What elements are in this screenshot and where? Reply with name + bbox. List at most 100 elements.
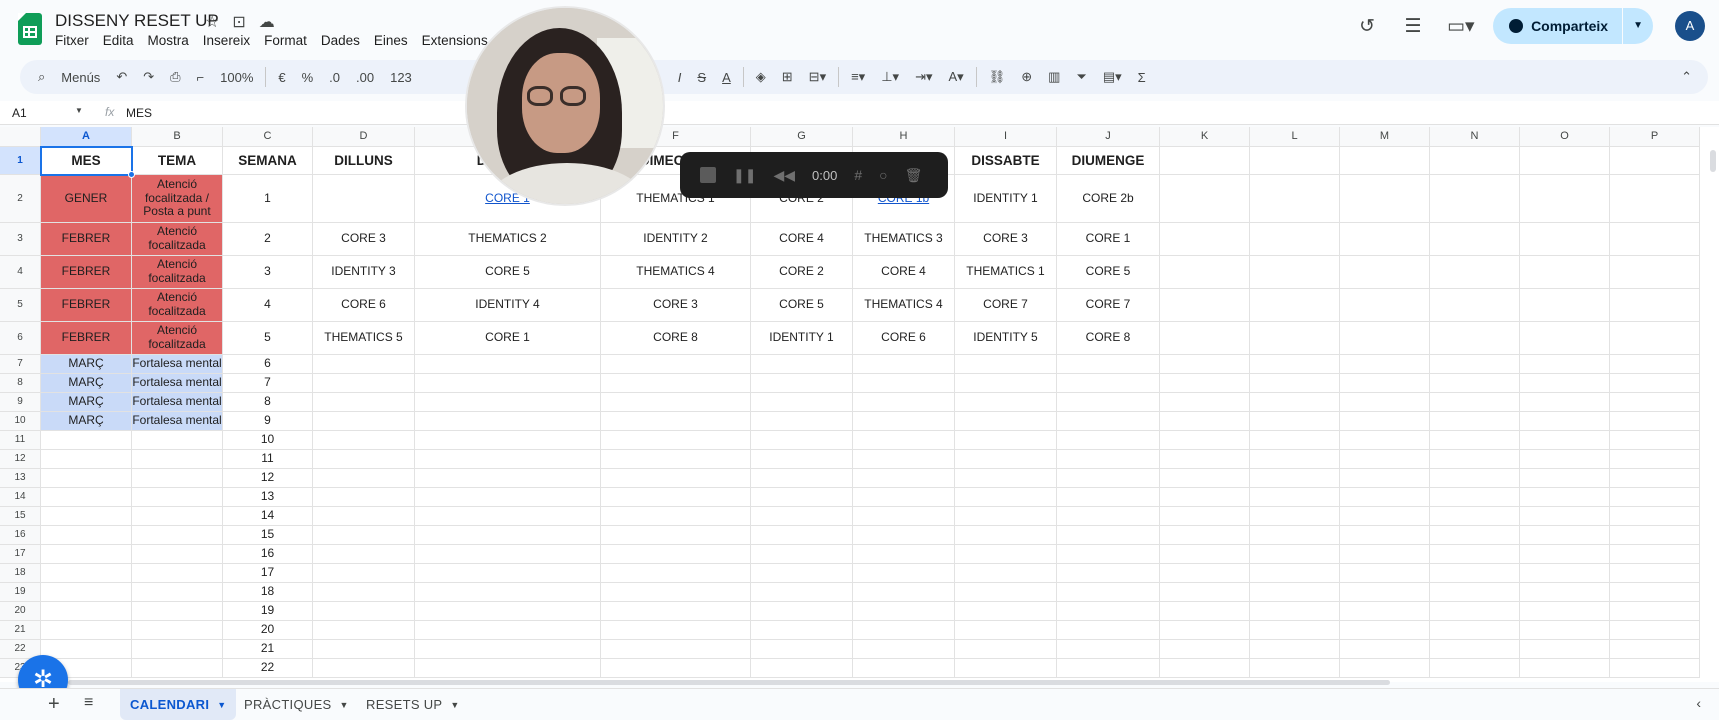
table-cell[interactable] — [1610, 289, 1700, 322]
record-dot-icon[interactable]: ○ — [879, 167, 887, 183]
table-cell[interactable]: CORE 7 — [955, 289, 1057, 322]
column-header-i[interactable]: I — [955, 127, 1057, 147]
table-cell[interactable] — [955, 621, 1057, 640]
tab-calendari[interactable]: CALENDARI ▼ — [120, 689, 237, 720]
table-cell[interactable] — [313, 412, 415, 431]
number-format[interactable]: 123 — [382, 70, 420, 85]
table-cell[interactable] — [1520, 256, 1610, 289]
table-cell[interactable] — [1610, 450, 1700, 469]
table-cell[interactable] — [1340, 412, 1430, 431]
merge-cells-icon[interactable]: ⊟▾ — [801, 69, 834, 85]
text-rotation-icon[interactable]: A▾ — [941, 69, 972, 85]
table-cell[interactable] — [751, 469, 853, 488]
table-cell[interactable] — [751, 507, 853, 526]
table-cell[interactable] — [415, 564, 601, 583]
row-header[interactable]: 12 — [0, 450, 41, 469]
table-cell[interactable] — [313, 431, 415, 450]
chevron-down-icon[interactable]: ▼ — [450, 700, 459, 710]
table-cell[interactable]: 8 — [223, 393, 313, 412]
table-cell[interactable] — [1250, 256, 1340, 289]
table-cell[interactable] — [1057, 393, 1160, 412]
star-icon[interactable]: ☆ — [205, 12, 219, 32]
table-cell[interactable] — [1520, 621, 1610, 640]
table-cell[interactable] — [751, 412, 853, 431]
header-cell[interactable]: SEMANA — [223, 147, 313, 175]
table-cell[interactable] — [955, 412, 1057, 431]
avatar[interactable]: A — [1675, 11, 1705, 41]
row-header[interactable]: 11 — [0, 431, 41, 450]
table-cell[interactable] — [1160, 469, 1250, 488]
undo-icon[interactable]: ↶ — [108, 69, 135, 85]
table-cell[interactable] — [1610, 412, 1700, 431]
filter-icon[interactable]: ⏷ — [1068, 69, 1094, 85]
table-cell[interactable] — [1520, 583, 1610, 602]
column-header-j[interactable]: J — [1057, 127, 1160, 147]
table-cell[interactable] — [1160, 640, 1250, 659]
table-cell[interactable] — [1430, 640, 1520, 659]
table-cell[interactable] — [601, 355, 751, 374]
table-cell[interactable] — [1430, 355, 1520, 374]
table-cell[interactable]: CORE 6 — [313, 289, 415, 322]
column-header-d[interactable]: D — [313, 127, 415, 147]
table-cell[interactable] — [1057, 374, 1160, 393]
table-cell[interactable] — [1250, 322, 1340, 355]
table-cell[interactable] — [853, 431, 955, 450]
table-cell[interactable]: Fortalesa mental — [132, 393, 223, 412]
paint-format-icon[interactable]: ⌐ — [189, 70, 213, 85]
table-cell[interactable] — [1250, 374, 1340, 393]
add-sheet-icon[interactable]: + — [48, 693, 60, 716]
all-sheets-icon[interactable]: ≡ — [84, 694, 93, 712]
table-cell[interactable] — [853, 583, 955, 602]
table-cell[interactable]: THEMATICS 3 — [853, 223, 955, 256]
rewind-icon[interactable]: ◀◀ — [773, 167, 795, 184]
table-cell[interactable] — [41, 526, 132, 545]
table-cell[interactable]: IDENTITY 1 — [751, 322, 853, 355]
table-cell[interactable] — [751, 621, 853, 640]
table-cell[interactable] — [313, 526, 415, 545]
table-cell[interactable] — [1610, 621, 1700, 640]
menu-format[interactable]: Format — [257, 33, 314, 48]
table-cell[interactable] — [601, 640, 751, 659]
table-cell[interactable]: 9 — [223, 412, 313, 431]
header-cell[interactable]: DIUMENGE — [1057, 147, 1160, 175]
cell[interactable] — [1520, 147, 1610, 175]
table-cell[interactable]: 20 — [223, 621, 313, 640]
table-cell[interactable] — [601, 507, 751, 526]
table-cell[interactable]: THEMATICS 2 — [415, 223, 601, 256]
table-cell[interactable] — [1250, 564, 1340, 583]
table-cell[interactable]: 5 — [223, 322, 313, 355]
table-cell[interactable] — [1057, 564, 1160, 583]
table-cell[interactable]: Atenció focalitzada — [132, 322, 223, 355]
header-cell[interactable]: DILLUNS — [313, 147, 415, 175]
table-cell[interactable] — [955, 374, 1057, 393]
table-cell[interactable] — [1250, 289, 1340, 322]
table-cell[interactable] — [132, 450, 223, 469]
table-cell[interactable]: 2 — [223, 223, 313, 256]
table-cell[interactable] — [751, 488, 853, 507]
table-cell[interactable] — [1340, 640, 1430, 659]
table-cell[interactable] — [751, 640, 853, 659]
share-button[interactable]: Comparteix ▼ — [1493, 8, 1653, 44]
table-cell[interactable] — [1520, 223, 1610, 256]
document-title[interactable]: DISSENY RESET UP — [55, 11, 219, 31]
table-cell[interactable] — [415, 412, 601, 431]
table-cell[interactable] — [41, 469, 132, 488]
table-cell[interactable] — [1340, 469, 1430, 488]
column-header-p[interactable]: P — [1610, 127, 1700, 147]
table-cell[interactable] — [1430, 431, 1520, 450]
table-cell[interactable] — [853, 374, 955, 393]
table-cell[interactable] — [1520, 322, 1610, 355]
table-cell[interactable] — [1610, 545, 1700, 564]
table-cell[interactable] — [853, 393, 955, 412]
table-cell[interactable]: MARÇ — [41, 374, 132, 393]
table-cell[interactable] — [1340, 393, 1430, 412]
table-cell[interactable] — [41, 488, 132, 507]
table-cell[interactable] — [601, 412, 751, 431]
table-cell[interactable]: IDENTITY 1 — [955, 175, 1057, 223]
table-cell[interactable]: CORE 7 — [1057, 289, 1160, 322]
table-cell[interactable] — [1610, 488, 1700, 507]
table-cell[interactable] — [132, 564, 223, 583]
collapse-toolbar-icon[interactable]: ⌃ — [1673, 69, 1700, 85]
table-cell[interactable] — [751, 355, 853, 374]
formula-input[interactable]: MES — [126, 106, 152, 120]
